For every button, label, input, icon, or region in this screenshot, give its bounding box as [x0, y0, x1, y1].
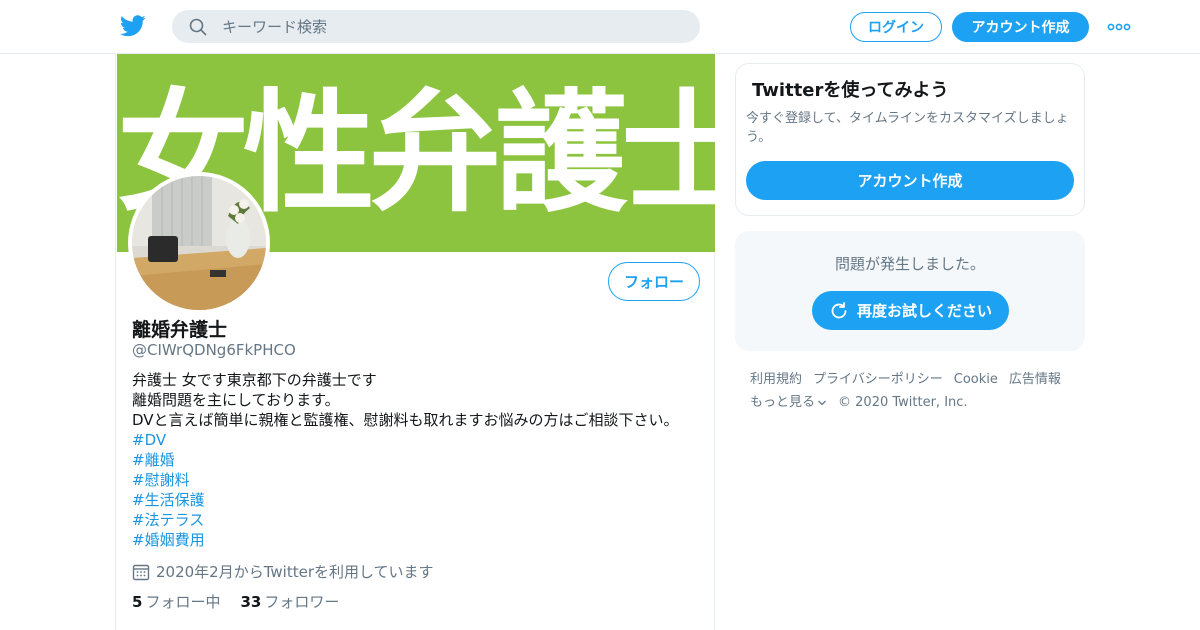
top-navigation-bar: ログイン アカウント作成: [0, 0, 1200, 54]
footer-more-label: もっと見る: [750, 395, 816, 410]
joined-text: 2020年2月からTwitterを利用しています: [156, 563, 434, 581]
signup-promo-card: Twitterを使ってみよう 今すぐ登録して、タイムラインをカスタマイズしましょ…: [735, 63, 1085, 216]
search-bar: [172, 10, 700, 43]
footer-link-ads[interactable]: 広告情報: [1009, 368, 1061, 391]
hashtag-link[interactable]: #婚姻費用: [132, 530, 702, 550]
profile-bio: 弁護士 女です東京都下の弁護士です 離婚問題を主にしております。 DVと言えば簡…: [132, 370, 702, 550]
error-card: 問題が発生しました。 再度お試しください: [735, 231, 1085, 351]
followers-count: 33: [240, 593, 262, 611]
calendar-icon: [132, 564, 150, 580]
following-count: 5: [132, 593, 143, 611]
search-input[interactable]: [222, 10, 682, 43]
footer-link-cookie[interactable]: Cookie: [954, 368, 998, 391]
followers-label: フォロワー: [264, 593, 340, 611]
profile-name: 離婚弁護士: [132, 319, 228, 341]
follow-button[interactable]: フォロー: [608, 262, 700, 301]
profile-column: 女性弁護士 フォロー 離婚弁護士 @CIWrQDNg6FkPHCO 弁護士 女で…: [115, 54, 715, 630]
footer-link-privacy[interactable]: プライバシーポリシー: [813, 368, 943, 391]
retry-label: 再度お試しください: [856, 302, 992, 320]
promo-title: Twitterを使ってみよう: [752, 80, 949, 101]
error-message: 問題が発生しました。: [834, 255, 985, 273]
login-button[interactable]: ログイン: [850, 12, 942, 42]
hashtag-link[interactable]: #DV: [132, 430, 702, 450]
search-icon: [189, 18, 207, 36]
footer-copyright: © 2020 Twitter, Inc.: [838, 395, 968, 410]
following-label: フォロー中: [145, 593, 221, 611]
refresh-icon: [831, 301, 847, 318]
office-photo: [132, 176, 266, 310]
joined-date: 2020年2月からTwitterを利用しています: [132, 561, 434, 582]
bio-line: 弁護士 女です東京都下の弁護士です: [132, 371, 377, 389]
bio-line: DVと言えば簡単に親権と監護権、慰謝料も取れますお悩みの方はご相談下さい。: [132, 411, 679, 429]
promo-signup-button[interactable]: アカウント作成: [746, 161, 1074, 200]
bio-line: 離婚問題を主にしております。: [132, 391, 340, 409]
signup-button[interactable]: アカウント作成: [952, 12, 1089, 42]
profile-stats: 5 フォロー中 33 フォロワー: [132, 591, 359, 612]
avatar[interactable]: [128, 172, 270, 314]
promo-subtitle: 今すぐ登録して、タイムラインをカスタマイズしましょう。: [746, 111, 1069, 145]
hashtag-link[interactable]: #離婚: [132, 450, 702, 470]
more-icon[interactable]: [1106, 18, 1132, 36]
footer: 利用規約 プライバシーポリシー Cookie 広告情報 もっと見る © 2020…: [750, 368, 1090, 414]
following-stat[interactable]: 5 フォロー中: [132, 591, 220, 612]
footer-more-link[interactable]: もっと見る: [750, 391, 827, 414]
hashtag-link[interactable]: #生活保護: [132, 490, 702, 510]
followers-stat[interactable]: 33 フォロワー: [240, 591, 339, 612]
chevron-down-icon: [818, 400, 826, 405]
footer-link-terms[interactable]: 利用規約: [750, 368, 802, 391]
profile-handle[interactable]: @CIWrQDNg6FkPHCO: [132, 341, 296, 359]
hashtag-link[interactable]: #慰謝料: [132, 470, 702, 490]
retry-button[interactable]: 再度お試しください: [812, 291, 1009, 330]
hashtag-link[interactable]: #法テラス: [132, 510, 702, 530]
twitter-logo-icon[interactable]: [120, 14, 146, 38]
